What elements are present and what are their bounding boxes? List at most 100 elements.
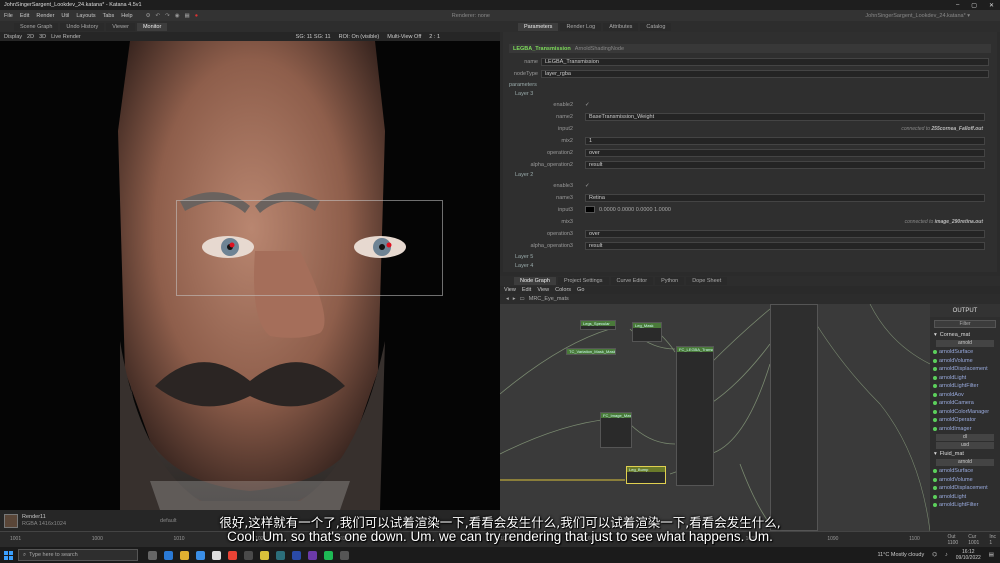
mode-2d[interactable]: 2D (27, 34, 34, 40)
output-port[interactable]: arnoldVolume (930, 357, 1000, 366)
parameters-section[interactable]: parameters (509, 82, 537, 88)
menu-layouts[interactable]: Layouts (76, 13, 95, 19)
mode-3d[interactable]: 3D (39, 34, 46, 40)
menu-tabs[interactable]: Tabs (103, 13, 115, 19)
tab-attributes[interactable]: Attributes (603, 22, 639, 31)
name2-field[interactable]: BaseTransmission_Weight (585, 112, 985, 121)
weather-label[interactable]: 11°C Mostly cloudy (877, 552, 924, 558)
graph-node[interactable]: FC_LEGBA_Transmission (676, 346, 714, 486)
ng-menu-edit[interactable]: Edit (522, 287, 531, 293)
tab-monitor[interactable]: Monitor (136, 22, 168, 31)
forward-icon[interactable]: ▸ (513, 296, 516, 302)
renderer-selector[interactable]: usd (936, 442, 994, 449)
start-button[interactable] (0, 547, 16, 563)
input3-swatch[interactable] (585, 206, 595, 213)
ng-menu-view[interactable]: View (504, 287, 516, 293)
ng-menu-colors[interactable]: Colors (555, 287, 571, 293)
graph-node[interactable]: TC_Variation_Mask_Mask (566, 348, 616, 355)
filter-field[interactable]: Filter (934, 320, 996, 328)
display-menu[interactable]: Display (4, 34, 22, 40)
output-port[interactable]: arnoldVolume (930, 476, 1000, 485)
menu-file[interactable]: File (4, 13, 13, 19)
task-view-icon[interactable] (148, 550, 157, 560)
renderer-selector[interactable]: arnold (936, 340, 994, 347)
ng-menu-view2[interactable]: View (537, 287, 549, 293)
output-port[interactable]: arnoldLight (930, 374, 1000, 383)
tab-catalog[interactable]: Catalog (640, 22, 672, 31)
operation3-dropdown[interactable]: over (585, 229, 985, 238)
output-port[interactable]: arnoldCamera (930, 399, 1000, 408)
renderer-selector[interactable]: arnold (936, 459, 994, 466)
graph-node[interactable]: Leg_Bump (626, 466, 666, 484)
render-viewer[interactable] (0, 41, 500, 510)
alpha2-dropdown[interactable]: result (585, 160, 985, 169)
tab-curve-editor[interactable]: Curve Editor (610, 277, 654, 285)
collapse-icon[interactable]: ▾ (934, 332, 937, 338)
node-graph-canvas[interactable]: Legs_Specular Leg_Mask TC_Variation_Mask… (500, 304, 930, 531)
ng-menu-go[interactable]: Go (577, 287, 584, 293)
nodetype-dropdown[interactable]: layer_rgba (541, 69, 989, 78)
material-header[interactable]: ▾ Cornea_mat (930, 331, 1000, 339)
katana-icon[interactable] (260, 550, 269, 560)
edge-icon[interactable] (164, 550, 173, 560)
gear-icon[interactable]: ⚙ (146, 13, 151, 19)
mail-icon[interactable] (196, 550, 205, 560)
menu-util[interactable]: Util (61, 13, 69, 19)
tab-render-log[interactable]: Render Log (560, 22, 602, 31)
file-explorer-icon[interactable] (180, 550, 189, 560)
tab-dope-sheet[interactable]: Dope Sheet (686, 277, 728, 285)
maximize-button[interactable]: ▢ (971, 2, 977, 9)
clock[interactable]: 16:12 09/10/2022 (956, 549, 981, 561)
output-port[interactable]: arnoldImager (930, 425, 1000, 434)
undo-icon[interactable]: ↶ (156, 13, 161, 19)
photoshop-icon[interactable] (292, 550, 301, 560)
live-render-button[interactable]: Live Render (51, 34, 81, 40)
output-port[interactable]: arnoldSurface (930, 348, 1000, 357)
output-port[interactable]: arnoldOperator (930, 416, 1000, 425)
app-icon[interactable] (340, 550, 349, 560)
volume-icon[interactable]: ♪ (945, 552, 948, 558)
layer4-group[interactable]: Layer 4 (515, 263, 533, 269)
app-icon[interactable] (244, 550, 253, 560)
collapse-icon[interactable]: ▾ (934, 451, 937, 457)
scene-file-name[interactable]: JohnSingerSargent_Lookdev_24.katana* ▾ (865, 13, 970, 19)
tab-project-settings[interactable]: Project Settings (557, 277, 609, 285)
back-icon[interactable]: ◂ (506, 296, 509, 302)
output-port[interactable]: arnoldLightFilter (930, 382, 1000, 391)
enable3-checkbox[interactable]: ✓ (585, 183, 590, 189)
taskbar-search[interactable]: ⌕ Type here to search (18, 549, 138, 561)
graph-node[interactable]: Leg_Mask (632, 322, 662, 342)
output-port[interactable]: arnoldDisplacement (930, 365, 1000, 374)
close-button[interactable]: ✕ (989, 2, 994, 9)
tab-viewer[interactable]: Viewer (106, 22, 135, 31)
graph-node[interactable]: FC_Image_Mask (600, 412, 632, 448)
connected-node[interactable]: image_290retina.out (935, 219, 983, 225)
renderer-selector[interactable]: dl (936, 434, 994, 441)
operation2-dropdown[interactable]: over (585, 148, 985, 157)
mix2-slider[interactable]: 1 (585, 136, 985, 145)
path-label[interactable]: MRC_Eye_mats (529, 296, 569, 302)
tab-parameters[interactable]: Parameters (518, 22, 559, 31)
tab-undo-history[interactable]: Undo History (60, 22, 105, 31)
output-port[interactable]: arnoldAov (930, 391, 1000, 400)
menu-edit[interactable]: Edit (20, 13, 29, 19)
layer5-group[interactable]: Layer 5 (515, 254, 533, 260)
multiview-dropdown[interactable]: Multi-View Off (387, 34, 421, 40)
spotify-icon[interactable] (324, 550, 333, 560)
app-icon[interactable] (308, 550, 317, 560)
grid-icon[interactable]: ▦ (185, 13, 190, 19)
layer3-group[interactable]: Layer 3 (515, 91, 533, 97)
node-name[interactable]: LEGBA_Transmission (513, 46, 571, 52)
name3-field[interactable]: Retina (585, 193, 985, 202)
record-icon[interactable]: ● (195, 13, 198, 19)
store-icon[interactable] (212, 550, 221, 560)
enable2-checkbox[interactable]: ✓ (585, 102, 590, 108)
tab-python[interactable]: Python (655, 277, 685, 285)
output-port[interactable]: arnoldSurface (930, 467, 1000, 476)
minimize-button[interactable]: – (956, 2, 959, 9)
input3-values[interactable]: 0.0000 0.0000 0.0000 1.0000 (599, 207, 671, 213)
material-header[interactable]: ▾ Fluid_mat (930, 450, 1000, 458)
roi-rectangle[interactable] (176, 200, 443, 296)
layer2-group[interactable]: Layer 2 (515, 172, 533, 178)
alpha3-dropdown[interactable]: result (585, 241, 985, 250)
